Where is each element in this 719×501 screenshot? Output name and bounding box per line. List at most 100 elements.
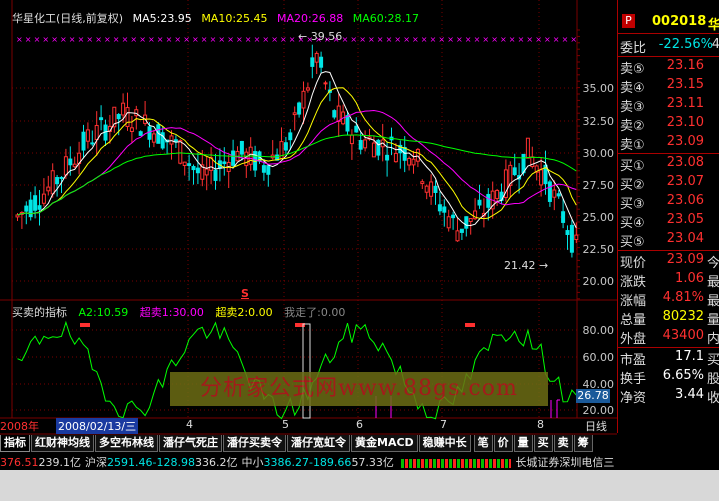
- marker-x: ×: [350, 35, 357, 44]
- candle-body: [301, 90, 306, 109]
- wei-bi-value: -22.56%: [658, 37, 713, 52]
- indicator-y-tick: 20.00: [582, 404, 615, 417]
- candle-body: [565, 230, 570, 235]
- wei-bi-extra: 4: [711, 37, 719, 52]
- marker-x: ×: [518, 35, 525, 44]
- candle-body: [151, 133, 156, 143]
- candle-body: [297, 102, 302, 115]
- candle-body: [539, 169, 544, 186]
- marker-x: ×: [553, 35, 560, 44]
- candle-body: [442, 206, 447, 213]
- tab-pan-qi-si-zhuang[interactable]: 潘仔气死庄: [159, 435, 222, 452]
- marker-x: ×: [394, 35, 401, 44]
- candle-body: [129, 127, 134, 132]
- indicator-oversold2-label: 超卖2:0.00: [215, 306, 273, 319]
- marker-x: ×: [86, 35, 93, 44]
- indicator-y-tick: 80.00: [582, 324, 615, 337]
- candle-body: [37, 205, 42, 210]
- candle-body: [354, 125, 359, 133]
- marker-x: ×: [386, 35, 393, 44]
- tab-pan-kuan-hong-ling[interactable]: 潘仔宽虹令: [287, 435, 350, 452]
- marker-x: ×: [368, 35, 375, 44]
- marker-x: ×: [271, 35, 278, 44]
- candle-body: [121, 102, 126, 116]
- sz-index: 2591.46: [107, 456, 153, 469]
- marker-x: ×: [500, 35, 507, 44]
- tab-wen-zhuan[interactable]: 稳赚中长: [418, 435, 471, 452]
- sz-label: 沪深: [85, 456, 107, 469]
- marker-x: ×: [482, 35, 489, 44]
- tab-chou[interactable]: 筹: [573, 435, 593, 452]
- bid-row: 买④ 23.05: [620, 212, 704, 231]
- candle-body: [429, 181, 434, 197]
- candle-body: [495, 189, 500, 200]
- date-axis: 2008年 2008/02/13/三 4 5 6 7 8 日线: [0, 418, 620, 434]
- marker-x: ×: [95, 35, 102, 44]
- tab-liang[interactable]: 量: [513, 435, 533, 452]
- tab-mai2[interactable]: 卖: [553, 435, 573, 452]
- marker-x: ×: [69, 35, 76, 44]
- candle-body: [402, 146, 407, 161]
- selected-date[interactable]: 2008/02/13/三: [56, 418, 139, 434]
- marker-x: ×: [236, 35, 243, 44]
- y-tick: 25.00: [582, 211, 615, 224]
- marker-x: ×: [25, 35, 32, 44]
- y-tick: 22.50: [582, 243, 615, 256]
- ask-row: 卖① 23.09: [620, 134, 704, 153]
- ma60-label: MA60:28.17: [352, 12, 419, 25]
- candle-body: [213, 169, 218, 181]
- indicator-y-tick: 60.00: [582, 351, 615, 364]
- tab-bi[interactable]: 笔: [473, 435, 493, 452]
- ask-row: 卖④ 23.15: [620, 77, 704, 96]
- candle-body: [24, 205, 29, 212]
- candle-body: [376, 139, 381, 156]
- candle-body: [94, 124, 99, 141]
- tab-golden-macd[interactable]: 黄金MACD: [351, 435, 418, 452]
- date-month: 5: [282, 418, 289, 431]
- tab-indicator[interactable]: 指标: [0, 435, 30, 452]
- tab-pan-mai-mai-ling[interactable]: 潘仔买卖令: [223, 435, 286, 452]
- marker-x: ×: [104, 35, 111, 44]
- tab-bollinger[interactable]: 多空布林线: [95, 435, 158, 452]
- marker-x: ×: [289, 35, 296, 44]
- sz-change: -128.98: [152, 456, 195, 469]
- marker-x: ×: [130, 35, 137, 44]
- marker-x: ×: [447, 35, 454, 44]
- market-status-bar: 376.51239.1亿 沪深2591.46-128.98336.2亿 中小3386…: [0, 454, 719, 469]
- candle-body: [222, 161, 227, 165]
- marker-x: ×: [342, 35, 349, 44]
- candle-body: [50, 170, 55, 195]
- candle-body: [437, 204, 442, 212]
- period-label[interactable]: 日线: [585, 418, 607, 434]
- marker-x: ×: [474, 35, 481, 44]
- marker-x: ×: [113, 35, 120, 44]
- candle-body: [420, 181, 425, 184]
- marker-x: ×: [262, 35, 269, 44]
- candle-body: [512, 167, 517, 176]
- candle-body: [314, 52, 319, 63]
- candle-body: [486, 193, 491, 208]
- marker-x: ×: [139, 35, 146, 44]
- candle-body: [433, 185, 438, 193]
- candle-body: [556, 193, 561, 197]
- candle-body: [169, 135, 174, 145]
- candle-body: [85, 129, 90, 142]
- high-price-annotation: ← 39.56: [298, 30, 343, 43]
- candle-body: [310, 57, 315, 67]
- candle-body: [552, 189, 557, 198]
- candle-body: [46, 186, 51, 192]
- candle-body: [371, 142, 376, 158]
- indicator-a2-label: A2:10.59: [78, 306, 129, 319]
- marker-x: ×: [245, 35, 252, 44]
- candle-body: [358, 140, 363, 150]
- candle-body: [288, 132, 293, 141]
- marker-x: ×: [16, 35, 23, 44]
- candle-body: [63, 156, 68, 176]
- tab-mai[interactable]: 买: [533, 435, 553, 452]
- marker-x: ×: [210, 35, 217, 44]
- candle-body: [178, 139, 183, 164]
- tab-hong-cai-shen[interactable]: 红财神均线: [31, 435, 94, 452]
- candle-body: [292, 112, 297, 116]
- tab-jia[interactable]: 价: [493, 435, 513, 452]
- main-chart-header: 华星化工(日线,前复权) MA5:23.95 MA10:25.45 MA20:2…: [12, 10, 425, 26]
